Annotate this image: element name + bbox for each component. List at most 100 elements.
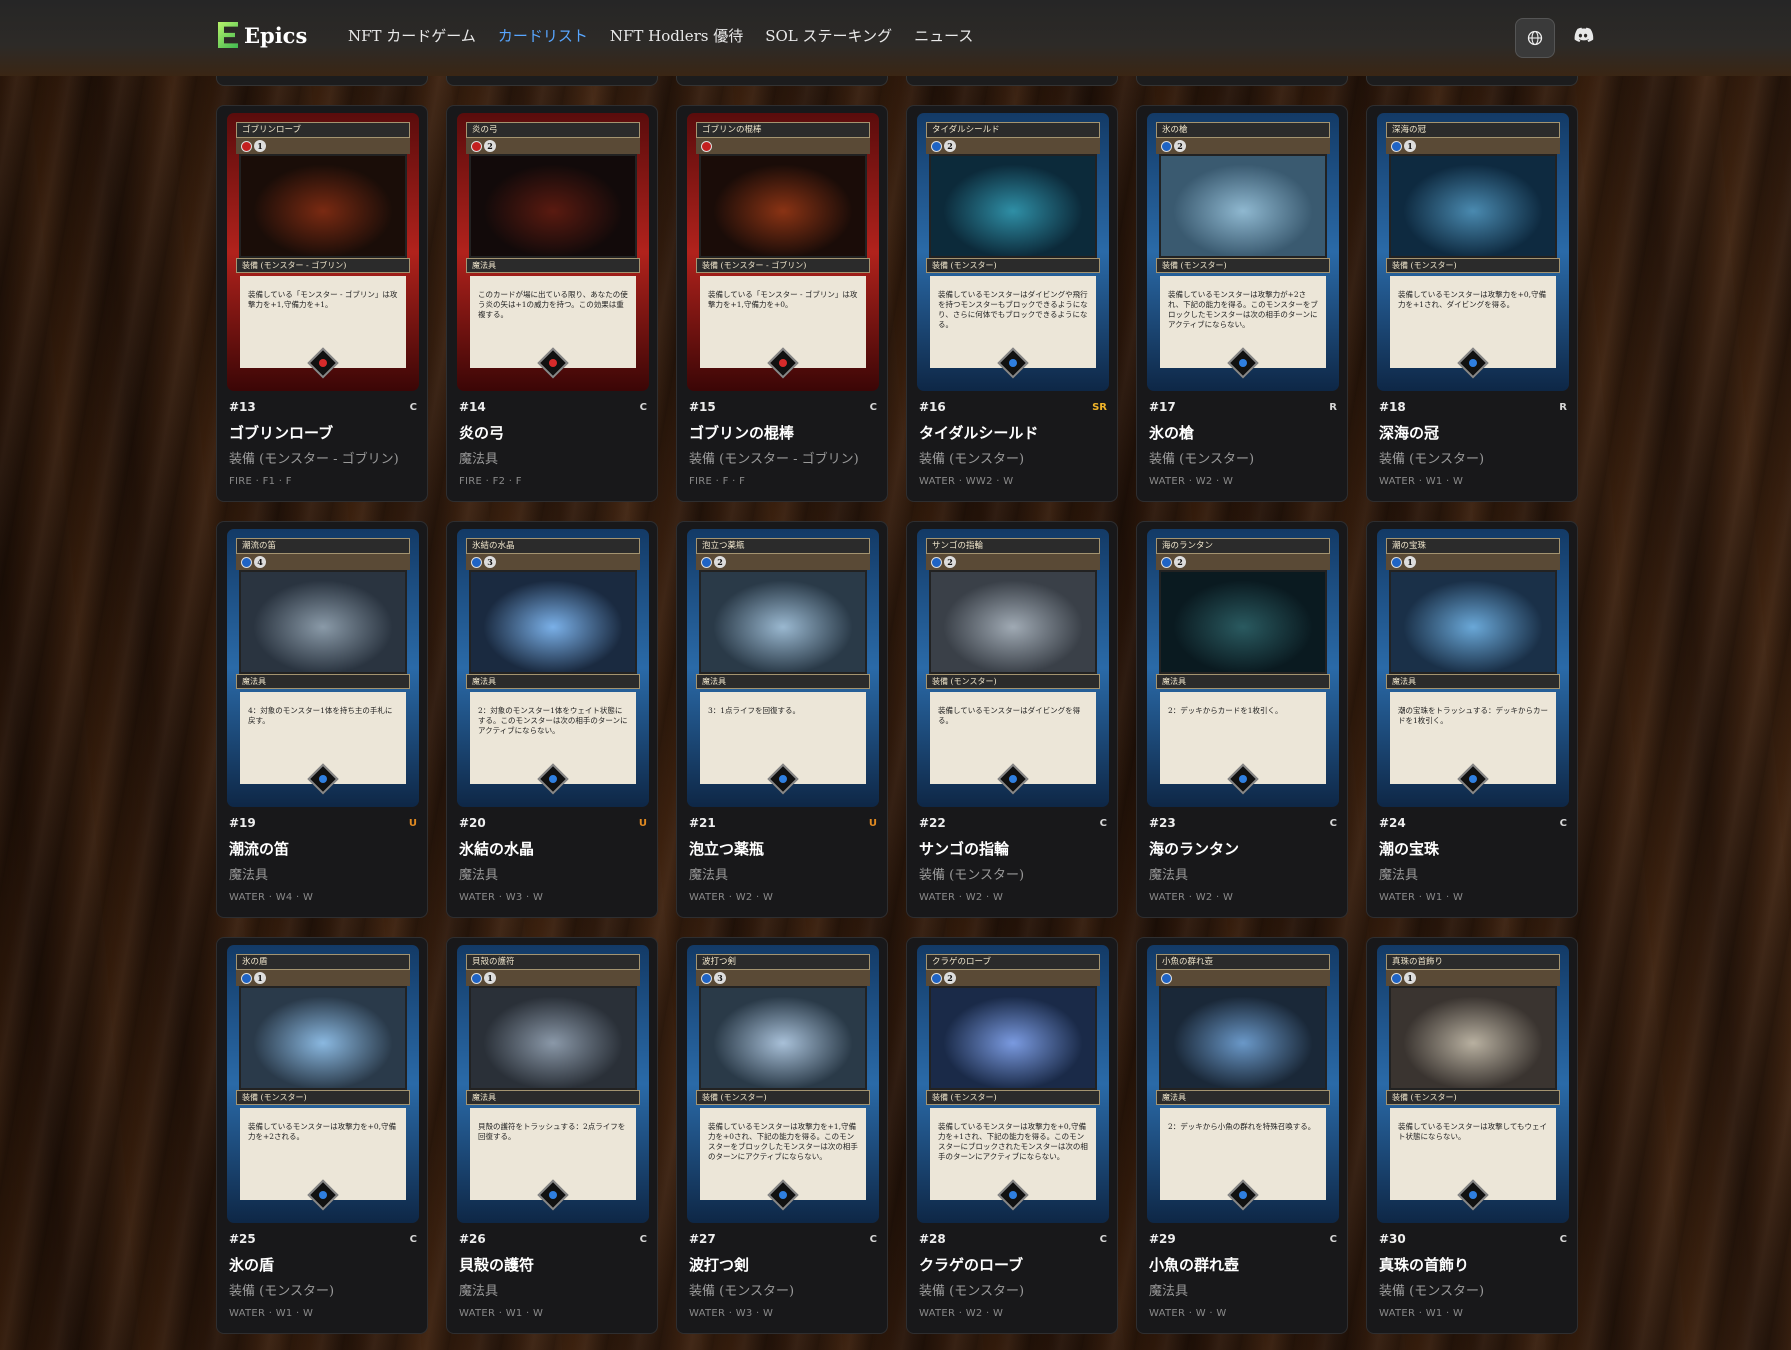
card-art-title: 小魚の群れ壺 (1156, 954, 1330, 970)
card-art-type: 魔法具 (1156, 1090, 1330, 1105)
card-illustration (469, 986, 637, 1090)
card-type: 装備 (モンスター - ゴブリン) (689, 452, 859, 467)
card-tile[interactable]: 真珠の首飾り 1 装備 (モンスター) 装備しているモンスターは攻撃してもウェイ… (1366, 937, 1578, 1334)
card-meta: WATER · W3 · W (689, 1308, 774, 1319)
card-name: 炎の弓 (459, 424, 505, 442)
mana-orb-icon (1161, 140, 1172, 152)
card-meta: WATER · W4 · W (229, 892, 314, 903)
mana-cost: 2 (944, 140, 956, 152)
nav-item-2[interactable]: カードリスト (498, 25, 588, 46)
card-mana-row: 2 (1156, 554, 1330, 570)
card-name: 小魚の群れ壺 (1149, 1256, 1240, 1274)
card-tile[interactable]: 深海の冠 1 装備 (モンスター) 装備しているモンスターは攻撃力を+0,守備力… (1366, 105, 1578, 502)
card-art-title: クラゲのローブ (926, 954, 1100, 970)
card-art-title: 海のランタン (1156, 538, 1330, 554)
card-art-title: ゴブリンの棍棒 (696, 122, 870, 138)
card-artwork: 深海の冠 1 装備 (モンスター) 装備しているモンスターは攻撃力を+0,守備力… (1377, 113, 1569, 391)
card-art-title: 氷結の水晶 (466, 538, 640, 554)
card-mana-row: 4 (236, 554, 410, 570)
card-art-title: 潮の宝珠 (1386, 538, 1560, 554)
card-art-title: 潮流の笛 (236, 538, 410, 554)
card-number: #26 (459, 1232, 486, 1246)
card-tile[interactable]: 炎の弓 2 魔法具 このカードが場に出ている限り、あなたの使う炎の矢は+1の威力… (446, 105, 658, 502)
card-mana-row: 1 (236, 138, 410, 154)
card-artwork: 氷の槍 2 装備 (モンスター) 装備しているモンスターは攻撃力が+2され、下記… (1147, 113, 1339, 391)
card-meta: WATER · W1 · W (1379, 1308, 1464, 1319)
card-tile[interactable]: ゴブリンの棍棒 装備 (モンスター - ゴブリン) 装備している「モンスター -… (676, 105, 888, 502)
card-info: #20 U 氷結の水晶 魔法具 WATER · W3 · W (459, 816, 647, 903)
nav-item-5[interactable]: ニュース (914, 25, 973, 46)
card-tile[interactable]: タイダルシールド 2 装備 (モンスター) 装備しているモンスターはダイビングや… (906, 105, 1118, 502)
nav-item-3[interactable]: NFT Hodlers 優待 (610, 25, 743, 46)
mana-cost: 2 (944, 556, 956, 568)
card-art-type: 魔法具 (236, 674, 410, 689)
card-info: #17 R 氷の槍 装備 (モンスター) WATER · W2 · W (1149, 400, 1337, 487)
card-grid: ゴブリンローブ 1 装備 (モンスター - ゴブリン) 装備している「モンスター… (216, 105, 1578, 1334)
card-tile[interactable]: 波打つ剣 3 装備 (モンスター) 装備しているモンスターは攻撃力を+1,守備力… (676, 937, 888, 1334)
card-tile[interactable]: 泡立つ薬瓶 2 魔法具 3：1点ライフを回復する。 #21 U 泡立つ薬瓶 魔法… (676, 521, 888, 918)
card-art-title: サンゴの指輪 (926, 538, 1100, 554)
card-artwork: 海のランタン 2 魔法具 2：デッキからカードを1枚引く。 (1147, 529, 1339, 807)
card-name: 深海の冠 (1379, 424, 1440, 442)
card-tile[interactable]: 潮の宝珠 1 魔法具 潮の宝珠をトラッシュする：デッキからカードを1枚引く。 #… (1366, 521, 1578, 918)
mana-orb-icon (1391, 140, 1402, 152)
nav-item-4[interactable]: SOL ステーキング (765, 25, 892, 46)
discord-link[interactable] (1572, 24, 1594, 46)
card-art-type: 装備 (モンスター) (926, 1090, 1100, 1105)
card-artwork: 氷の盾 1 装備 (モンスター) 装備しているモンスターは攻撃力を+0,守備力を… (227, 945, 419, 1223)
card-artwork: 氷結の水晶 3 魔法具 2：対象のモンスター1体をウェイト状態にする。このモンス… (457, 529, 649, 807)
card-illustration (1389, 986, 1557, 1090)
card-meta: WATER · W2 · W (1149, 892, 1234, 903)
language-button[interactable] (1515, 18, 1555, 58)
card-meta: WATER · W3 · W (459, 892, 544, 903)
card-tile[interactable]: 氷の槍 2 装備 (モンスター) 装備しているモンスターは攻撃力が+2され、下記… (1136, 105, 1348, 502)
rarity-badge: C (869, 1234, 877, 1245)
card-illustration (699, 986, 867, 1090)
mana-orb-icon (701, 140, 712, 152)
card-tile[interactable]: 潮流の笛 4 魔法具 4：対象のモンスター1体を持ち主の手札に戻す。 #19 U… (216, 521, 428, 918)
card-type: 魔法具 (1149, 868, 1189, 883)
card-artwork: 波打つ剣 3 装備 (モンスター) 装備しているモンスターは攻撃力を+1,守備力… (687, 945, 879, 1223)
card-info: #22 C サンゴの指輪 装備 (モンスター) WATER · W2 · W (919, 816, 1107, 903)
card-illustration (1389, 154, 1557, 258)
nav-item-1[interactable]: NFT カードゲーム (348, 25, 476, 46)
card-art-title: 真珠の首飾り (1386, 954, 1560, 970)
card-tile[interactable]: クラゲのローブ 2 装備 (モンスター) 装備しているモンスターは攻撃力を+0,… (906, 937, 1118, 1334)
card-art-type: 装備 (モンスター - ゴブリン) (696, 258, 870, 273)
card-meta: WATER · W · W (1149, 1308, 1227, 1319)
card-tile[interactable]: サンゴの指輪 2 装備 (モンスター) 装備しているモンスターはダイビングを得る… (906, 521, 1118, 918)
card-illustration (1389, 570, 1557, 674)
rarity-badge: C (1329, 1234, 1337, 1245)
rarity-badge: C (1329, 818, 1337, 829)
card-type: 装備 (モンスター) (689, 1284, 795, 1299)
card-tile[interactable]: 氷結の水晶 3 魔法具 2：対象のモンスター1体をウェイト状態にする。このモンス… (446, 521, 658, 918)
mana-cost: 1 (254, 972, 266, 984)
card-info: #24 C 潮の宝珠 魔法具 WATER · W1 · W (1379, 816, 1567, 903)
card-mana-row: 3 (466, 554, 640, 570)
card-mana-row (1156, 970, 1330, 986)
card-meta: WATER · WW2 · W (919, 476, 1014, 487)
card-number: #17 (1149, 400, 1176, 414)
card-tile[interactable]: 海のランタン 2 魔法具 2：デッキからカードを1枚引く。 #23 C 海のラン… (1136, 521, 1348, 918)
card-number: #28 (919, 1232, 946, 1246)
card-art-type: 魔法具 (696, 674, 870, 689)
card-tile[interactable]: 小魚の群れ壺 魔法具 2：デッキから小魚の群れを特殊召喚する。 #29 C 小魚… (1136, 937, 1348, 1334)
card-mana-row: 2 (466, 138, 640, 154)
rarity-badge: U (408, 818, 417, 829)
card-tile[interactable]: 貝殻の護符 1 魔法具 貝殻の護符をトラッシュする：2点ライフを回復する。 #2… (446, 937, 658, 1334)
card-info: #16 SR タイダルシールド 装備 (モンスター) WATER · WW2 ·… (919, 400, 1107, 487)
card-name: 氷の槍 (1149, 424, 1195, 442)
card-tile[interactable]: ゴブリンローブ 1 装備 (モンスター - ゴブリン) 装備している「モンスター… (216, 105, 428, 502)
card-type: 魔法具 (229, 868, 269, 883)
card-number: #15 (689, 400, 716, 414)
rarity-badge: R (1329, 402, 1337, 413)
card-art-title: ゴブリンローブ (236, 122, 410, 138)
site-logo[interactable]: Epics (218, 22, 307, 48)
card-tile[interactable]: 氷の盾 1 装備 (モンスター) 装備しているモンスターは攻撃力を+0,守備力を… (216, 937, 428, 1334)
card-type: 装備 (モンスター) (1149, 452, 1255, 467)
epics-logo-icon (218, 22, 238, 48)
card-type: 装備 (モンスター) (919, 1284, 1025, 1299)
card-art-type: 魔法具 (1156, 674, 1330, 689)
mana-orb-icon (471, 556, 482, 568)
card-art-type: 魔法具 (466, 258, 640, 273)
